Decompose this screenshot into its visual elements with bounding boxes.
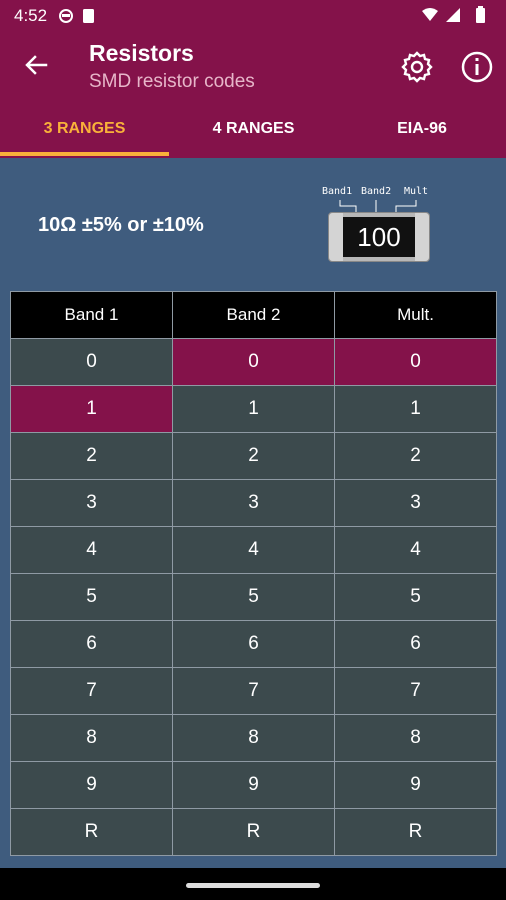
cell-band-2[interactable]: R — [172, 808, 335, 856]
cell-band-1[interactable]: 6 — [10, 620, 173, 668]
cell-band-1[interactable]: 8 — [10, 714, 173, 762]
table-row: 999 — [10, 761, 497, 809]
chip-label-band2: Band2 — [361, 186, 392, 197]
cell-mult[interactable]: 4 — [334, 526, 497, 574]
cell-band-2[interactable]: 6 — [172, 620, 335, 668]
table-row: 555 — [10, 573, 497, 621]
cell-mult[interactable]: R — [334, 808, 497, 856]
cell-mult[interactable]: 0 — [334, 338, 497, 386]
table-row: 000 — [10, 338, 497, 386]
cell-mult[interactable]: 9 — [334, 761, 497, 809]
gear-icon — [401, 51, 433, 83]
cell-band-1[interactable]: 4 — [10, 526, 173, 574]
cell-mult[interactable]: 1 — [334, 385, 497, 433]
cell-band-1[interactable]: R — [10, 808, 173, 856]
cell-band-2[interactable]: 5 — [172, 573, 335, 621]
status-system-icons — [420, 6, 494, 29]
status-bar: 4:52 — [0, 0, 506, 30]
settings-button[interactable] — [398, 48, 436, 86]
cell-band-2[interactable]: 3 — [172, 479, 335, 527]
cell-band-2[interactable]: 7 — [172, 667, 335, 715]
info-icon — [461, 51, 493, 83]
table-row: RRR — [10, 808, 497, 856]
cell-band-2[interactable]: 0 — [172, 338, 335, 386]
cell-mult[interactable]: 5 — [334, 573, 497, 621]
app-bar: Resistors SMD resistor codes — [0, 30, 506, 102]
cell-band-2[interactable]: 8 — [172, 714, 335, 762]
chip-body: 100 — [328, 212, 430, 262]
header-band-1: Band 1 — [10, 291, 173, 339]
cell-band-2[interactable]: 9 — [172, 761, 335, 809]
cell-band-2[interactable]: 2 — [172, 432, 335, 480]
status-notification-icons — [58, 8, 100, 29]
tab-indicator — [0, 152, 169, 156]
cell-band-2[interactable]: 4 — [172, 526, 335, 574]
cell-mult[interactable]: 2 — [334, 432, 497, 480]
table-row: 222 — [10, 432, 497, 480]
home-indicator[interactable] — [186, 883, 320, 888]
tab-eia-96[interactable]: EIA-96 — [338, 102, 506, 158]
cell-band-1[interactable]: 3 — [10, 479, 173, 527]
cell-band-1[interactable]: 1 — [10, 385, 173, 433]
cell-band-1[interactable]: 5 — [10, 573, 173, 621]
code-table: Band 1 Band 2 Mult. 00011122233344455566… — [10, 291, 497, 856]
status-time: 4:52 — [14, 6, 48, 25]
smd-chip-illustration: Band1 Band2 Mult 100 — [322, 186, 434, 266]
header-mult: Mult. — [334, 291, 497, 339]
cell-mult[interactable]: 6 — [334, 620, 497, 668]
table-row: 777 — [10, 667, 497, 715]
table-row: 111 — [10, 385, 497, 433]
tab-bar: 3 RANGES 4 RANGES EIA-96 — [0, 102, 506, 158]
tab-3-ranges[interactable]: 3 RANGES — [0, 102, 169, 158]
cell-band-1[interactable]: 0 — [10, 338, 173, 386]
cell-band-1[interactable]: 7 — [10, 667, 173, 715]
tab-4-ranges[interactable]: 4 RANGES — [169, 102, 338, 158]
navigation-bar — [0, 868, 506, 900]
cell-band-1[interactable]: 2 — [10, 432, 173, 480]
cell-mult[interactable]: 3 — [334, 479, 497, 527]
table-row: 666 — [10, 620, 497, 668]
chip-label-mult: Mult — [404, 186, 429, 197]
table-row: 888 — [10, 714, 497, 762]
cell-mult[interactable]: 7 — [334, 667, 497, 715]
header-band-2: Band 2 — [172, 291, 335, 339]
table-row: 444 — [10, 526, 497, 574]
arrow-back-icon — [25, 55, 48, 75]
chip-code: 100 — [343, 217, 415, 257]
resistance-result: 10Ω ±5% or ±10% — [38, 214, 204, 236]
back-button[interactable] — [18, 48, 54, 84]
cell-mult[interactable]: 8 — [334, 714, 497, 762]
chip-label-band1: Band1 — [322, 186, 353, 197]
cell-band-2[interactable]: 1 — [172, 385, 335, 433]
table-row: 333 — [10, 479, 497, 527]
info-button[interactable] — [458, 48, 496, 86]
page-title: Resistors — [89, 40, 194, 66]
cell-band-1[interactable]: 9 — [10, 761, 173, 809]
page-subtitle: SMD resistor codes — [89, 71, 255, 92]
